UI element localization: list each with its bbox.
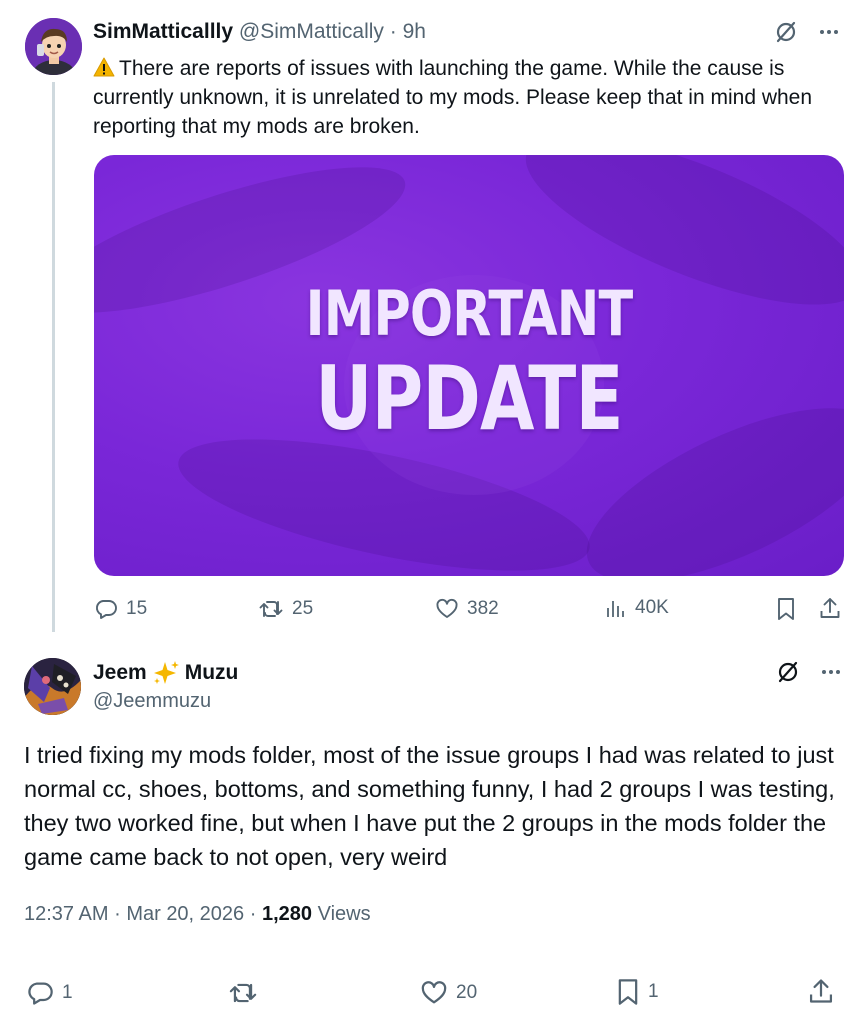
share-upload-icon <box>819 596 841 620</box>
warning-emoji-icon <box>93 57 115 77</box>
heart-icon <box>435 597 459 621</box>
tweet1-text: There are reports of issues with launchi… <box>93 57 813 138</box>
grok-slash-icon[interactable] <box>774 20 798 44</box>
tweet1-handle[interactable]: @SimMattically <box>239 20 384 43</box>
retweet-arrows-icon <box>258 597 284 621</box>
media-headline-line1: IMPORTANT <box>305 277 634 350</box>
tweet1-views-count: 40K <box>635 597 669 618</box>
thread-connector-line <box>52 82 55 632</box>
avatar-artwork-icon <box>24 658 81 715</box>
tweet2-display-name[interactable]: Jeem Muzu <box>93 660 238 686</box>
tweet2-retweet-button[interactable] <box>228 979 258 1007</box>
sparkles-emoji-icon <box>152 660 180 686</box>
tweet2-separator: · <box>249 903 257 925</box>
bookmark-icon <box>776 597 796 621</box>
views-bars-icon <box>605 597 627 619</box>
tweet1-retweet-button[interactable]: 25 <box>258 597 313 621</box>
grok-slash-icon[interactable] <box>776 660 800 684</box>
tweet2-separator: · <box>114 903 121 925</box>
tweet1-share-button[interactable] <box>819 596 841 620</box>
tweet1-header: SimMatticallly @SimMattically · 9h <box>93 20 426 44</box>
tweet2-reply-button[interactable]: 1 <box>26 979 73 1007</box>
tweet1-time[interactable]: 9h <box>403 20 426 43</box>
tweet1-like-count: 382 <box>467 598 499 619</box>
tweet1-media-image[interactable]: IMPORTANT UPDATE <box>94 155 844 576</box>
tweet2-name-part2: Muzu <box>184 661 239 684</box>
more-dots-icon[interactable] <box>820 661 842 683</box>
tweet2-name-part1: Jeem <box>93 661 147 684</box>
tweet1-views-button[interactable]: 40K <box>605 597 669 619</box>
tweet2-bookmark-count: 1 <box>648 981 659 1002</box>
tweet2-reply-count: 1 <box>62 982 73 1003</box>
retweet-arrows-icon <box>228 979 258 1007</box>
tweet1-reply-count: 15 <box>126 598 148 619</box>
avatar-jeemmuzu[interactable] <box>24 658 81 715</box>
more-dots-icon[interactable] <box>818 21 840 43</box>
tweet1-text-container: There are reports of issues with launchi… <box>93 54 843 141</box>
tweet2-top-icons <box>776 660 842 684</box>
tweet2-like-button[interactable]: 20 <box>420 979 477 1007</box>
reply-bubble-icon <box>26 979 54 1007</box>
reply-bubble-icon <box>94 597 118 621</box>
tweet2-time[interactable]: 12:37 AM <box>24 903 109 925</box>
tweet1-display-name[interactable]: SimMatticallly <box>93 20 233 43</box>
bookmark-icon <box>616 978 640 1006</box>
tweet2-handle[interactable]: @Jeemmuzu <box>93 690 211 713</box>
share-upload-icon <box>808 977 834 1005</box>
tweet1-bookmark-button[interactable] <box>776 597 796 621</box>
tweet2-text: I tried fixing my mods folder, most of t… <box>24 742 835 870</box>
avatar-cartoon-man-icon <box>25 18 82 75</box>
tweet2-meta: 12:37 AM · Mar 20, 2026 · 1,280 Views <box>24 903 371 926</box>
tweet2-like-count: 20 <box>456 982 478 1003</box>
tweet2-share-button[interactable] <box>808 977 834 1005</box>
tweet2-date[interactable]: Mar 20, 2026 <box>126 903 244 925</box>
tweet2-bookmark-button[interactable]: 1 <box>616 978 659 1006</box>
tweet1-separator: · <box>389 20 397 43</box>
tweet1-like-button[interactable]: 382 <box>435 597 499 621</box>
avatar-simmattically[interactable] <box>25 18 82 75</box>
tweet2-views-label: Views <box>317 903 371 925</box>
tweet2-views-count: 1,280 <box>261 903 313 925</box>
heart-icon <box>420 979 448 1007</box>
tweet1-top-icons <box>774 20 840 44</box>
tweet1-reply-button[interactable]: 15 <box>94 597 147 621</box>
tweet1-retweet-count: 25 <box>292 598 314 619</box>
media-headline-line2: UPDATE <box>315 347 623 450</box>
